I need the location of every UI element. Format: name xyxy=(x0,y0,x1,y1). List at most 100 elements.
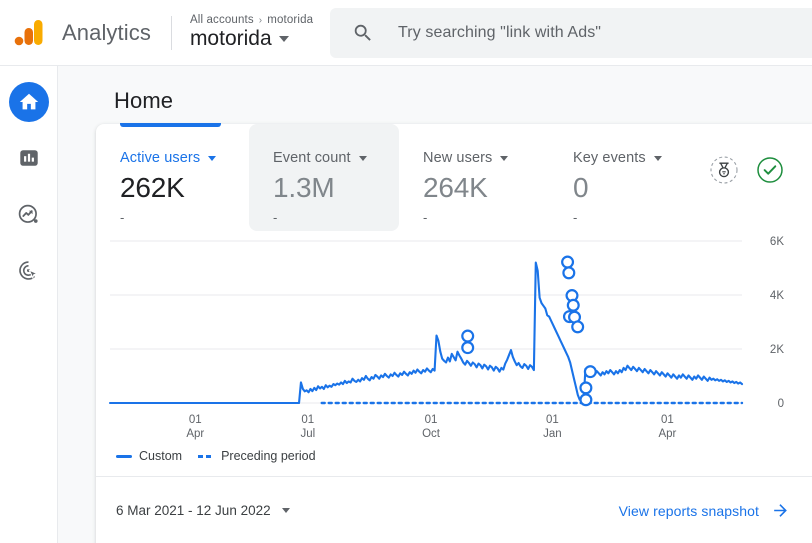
metric-label-text: New users xyxy=(423,150,493,166)
x-axis-tick-label: Apr xyxy=(658,428,676,440)
y-axis-tick-label: 0 xyxy=(778,398,784,410)
header-divider xyxy=(170,15,172,50)
data-quality-check-badge[interactable] xyxy=(754,154,786,186)
legend-swatch-solid-icon xyxy=(116,454,132,458)
metric-delta: - xyxy=(120,210,125,225)
analytics-logo-icon xyxy=(14,19,43,45)
search-placeholder: Try searching "link with Ads" xyxy=(398,24,602,41)
metric-label-text: Active users xyxy=(120,150,201,166)
metric-tab-event-count[interactable]: Event count 1.3M - xyxy=(249,124,399,231)
metric-tabs: Active users 262K - Event count 1.3M - N… xyxy=(96,123,812,231)
legend-item-preceding-period: Preceding period xyxy=(198,449,316,463)
metric-value: 0 xyxy=(573,172,589,203)
x-axis-tick-label: Jan xyxy=(543,428,562,440)
metric-value: 264K xyxy=(423,172,488,203)
anomaly-marker xyxy=(579,393,593,407)
card-badges xyxy=(708,154,786,186)
metric-label: Event count xyxy=(273,150,399,166)
legend-label: Preceding period xyxy=(221,449,316,463)
anomaly-marker xyxy=(566,298,580,312)
caret-down-icon[interactable] xyxy=(653,155,662,161)
metric-delta: - xyxy=(573,210,578,225)
metric-label: Key events xyxy=(573,150,699,166)
account-name: motorida xyxy=(190,27,340,51)
analytics-home-page: Analytics All accounts › motorida motori… xyxy=(0,0,812,543)
breadcrumb-root: All accounts xyxy=(189,14,254,26)
page-title: Home xyxy=(114,88,174,113)
legend-item-custom: Custom xyxy=(116,449,182,463)
breadcrumb-current: motorida xyxy=(267,14,314,26)
main-content: Home Active users 262K - Event count 1.3… xyxy=(58,66,812,543)
sidebar-item-explore[interactable] xyxy=(9,194,49,234)
series-line-custom xyxy=(108,261,744,405)
anomaly-marker xyxy=(461,341,475,355)
x-axis-tick-label: 01 xyxy=(425,414,438,426)
metric-tab-key-events[interactable]: Key events 0 - xyxy=(549,124,699,231)
legend-label: Custom xyxy=(139,449,183,463)
breadcrumb-separator-icon: › xyxy=(258,14,263,26)
caret-down-icon[interactable] xyxy=(208,155,217,161)
caret-down-icon[interactable] xyxy=(358,155,367,161)
x-axis-tick-label: Oct xyxy=(422,428,441,440)
metric-label-text: Key events xyxy=(573,150,646,166)
metric-label: New users xyxy=(423,150,549,166)
snapshot-link-text: View reports snapshot xyxy=(618,502,759,519)
sidebar-item-reports[interactable] xyxy=(9,138,49,178)
anomaly-marker xyxy=(583,365,597,379)
anomaly-marker xyxy=(562,266,576,280)
sidebar-item-home[interactable] xyxy=(8,82,49,122)
insights-medal-badge[interactable] xyxy=(708,154,740,186)
y-axis-tick-label: 4K xyxy=(770,290,784,302)
search-input[interactable]: Try searching "link with Ads" xyxy=(330,8,812,58)
breadcrumb: All accounts › motorida xyxy=(190,14,340,26)
left-navigation-rail xyxy=(0,66,58,543)
metric-label-text: Event count xyxy=(273,150,351,166)
anomaly-marker xyxy=(561,255,575,269)
metric-delta: - xyxy=(423,210,428,225)
y-axis-tick-label: 6K xyxy=(770,236,784,248)
metric-tab-active-users[interactable]: Active users 262K - xyxy=(96,123,249,231)
active-tab-indicator xyxy=(120,123,221,127)
check-circle-icon xyxy=(757,157,783,183)
caret-down-icon[interactable] xyxy=(500,155,509,161)
metric-delta: - xyxy=(273,210,278,225)
home-icon xyxy=(19,93,38,110)
caret-down-icon xyxy=(278,36,289,42)
caret-down-icon xyxy=(281,508,290,513)
x-axis-tick-label: Jul xyxy=(300,428,315,440)
bar-chart-icon xyxy=(19,150,38,166)
y-axis-tick-label: 2K xyxy=(770,344,784,356)
date-range-selector[interactable]: 6 Mar 2021 - 12 Jun 2022 xyxy=(116,503,290,518)
account-selector[interactable]: All accounts › motorida motorida xyxy=(190,14,340,51)
explore-trending-icon xyxy=(18,204,38,223)
card-footer: 6 Mar 2021 - 12 Jun 2022 View reports sn… xyxy=(96,477,812,543)
arrow-right-icon xyxy=(774,504,787,517)
chart-legend: Custom Preceding period xyxy=(116,449,316,463)
overview-card: Active users 262K - Event count 1.3M - N… xyxy=(96,123,812,543)
x-axis-tick-label: 01 xyxy=(301,414,314,426)
search-icon xyxy=(354,24,371,41)
brand-name: Analytics xyxy=(62,19,151,45)
top-bar: Analytics All accounts › motorida motori… xyxy=(0,0,812,66)
sidebar-item-advertising[interactable] xyxy=(9,250,49,290)
x-axis-tick-label: Apr xyxy=(186,428,204,440)
metric-tab-new-users[interactable]: New users 264K - xyxy=(399,124,549,231)
metric-label: Active users xyxy=(120,150,249,166)
metric-value: 1.3M xyxy=(273,172,335,203)
legend-swatch-dashed-icon xyxy=(198,454,215,458)
metric-value: 262K xyxy=(120,172,185,203)
trend-chart: 0 2K 4K 6K 01 Apr 01 Jul 01 Oct 01 Jan 01 Apr xyxy=(96,231,812,446)
analytics-logo[interactable] xyxy=(0,19,58,47)
x-axis-tick-label: 01 xyxy=(189,414,202,426)
account-name-text: motorida xyxy=(189,27,272,50)
view-reports-snapshot-link[interactable]: View reports snapshot xyxy=(619,501,790,520)
chart-svg: 0 2K 4K 6K 01 Apr 01 Jul 01 Oct 01 Jan 01 Apr xyxy=(108,236,784,440)
x-axis-tick-label: 01 xyxy=(661,414,674,426)
medal-icon xyxy=(710,156,738,184)
anomaly-marker xyxy=(571,320,585,334)
date-range-text: 6 Mar 2021 - 12 Jun 2022 xyxy=(116,503,271,518)
anomaly-marker xyxy=(579,381,593,395)
advertising-target-icon xyxy=(19,260,39,280)
x-axis-tick-label: 01 xyxy=(546,414,559,426)
anomaly-marker xyxy=(461,329,475,343)
